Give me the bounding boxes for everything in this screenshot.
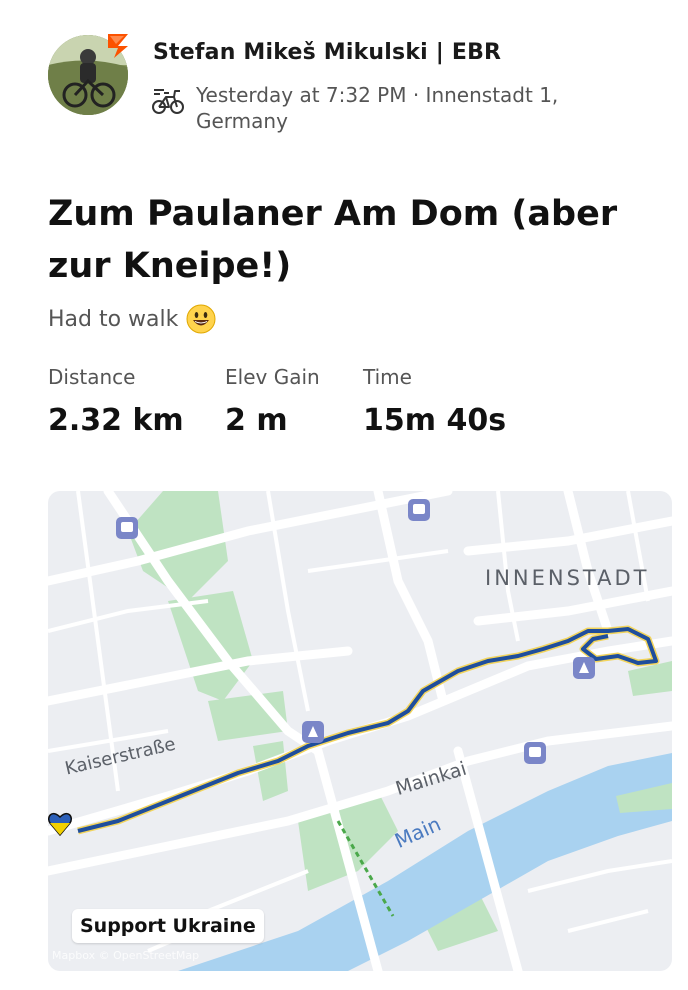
map-attribution[interactable]: Mapbox © OpenStreetMap bbox=[52, 949, 199, 962]
stat-value: 2 m bbox=[225, 403, 288, 438]
activity-title[interactable]: Zum Paulaner Am Dom (aber zur Kneipe!) bbox=[48, 188, 648, 292]
tram-icon bbox=[302, 721, 324, 743]
stat-distance: Distance 2.32 km bbox=[48, 365, 184, 438]
stat-elev-gain: Elev Gain 2 m bbox=[225, 365, 320, 438]
support-ukraine-button[interactable]: Support Ukraine bbox=[72, 909, 264, 943]
description-text: Had to walk bbox=[48, 306, 179, 332]
activity-description: Had to walk bbox=[48, 304, 216, 334]
stat-label: Elev Gain bbox=[225, 365, 320, 389]
park-area bbox=[628, 661, 672, 696]
stat-time: Time 15m 40s bbox=[363, 365, 506, 438]
stat-value: 15m 40s bbox=[363, 403, 507, 438]
stat-label: Distance bbox=[48, 365, 136, 389]
station-icon bbox=[408, 499, 430, 521]
park-area bbox=[168, 591, 253, 701]
athlete-name[interactable]: Stefan Mikeš Mikulski | EBR bbox=[153, 40, 501, 65]
route-map[interactable]: INNENSTADT Kaiserstraße Mainkai Main Sup… bbox=[48, 491, 672, 971]
stat-label: Time bbox=[363, 365, 412, 389]
stat-value: 2.32 km bbox=[48, 403, 184, 438]
smiley-icon bbox=[186, 304, 216, 334]
map-canvas bbox=[48, 491, 672, 971]
activity-meta: Yesterday at 7:32 PM · Innenstadt 1, Ger… bbox=[196, 83, 559, 133]
tram-icon bbox=[573, 657, 595, 679]
bike-icon bbox=[152, 89, 184, 114]
station-icon bbox=[116, 517, 138, 539]
station-icon bbox=[524, 742, 546, 764]
subscriber-badge-icon bbox=[108, 34, 128, 58]
map-label-innenstadt: INNENSTADT bbox=[485, 566, 650, 590]
